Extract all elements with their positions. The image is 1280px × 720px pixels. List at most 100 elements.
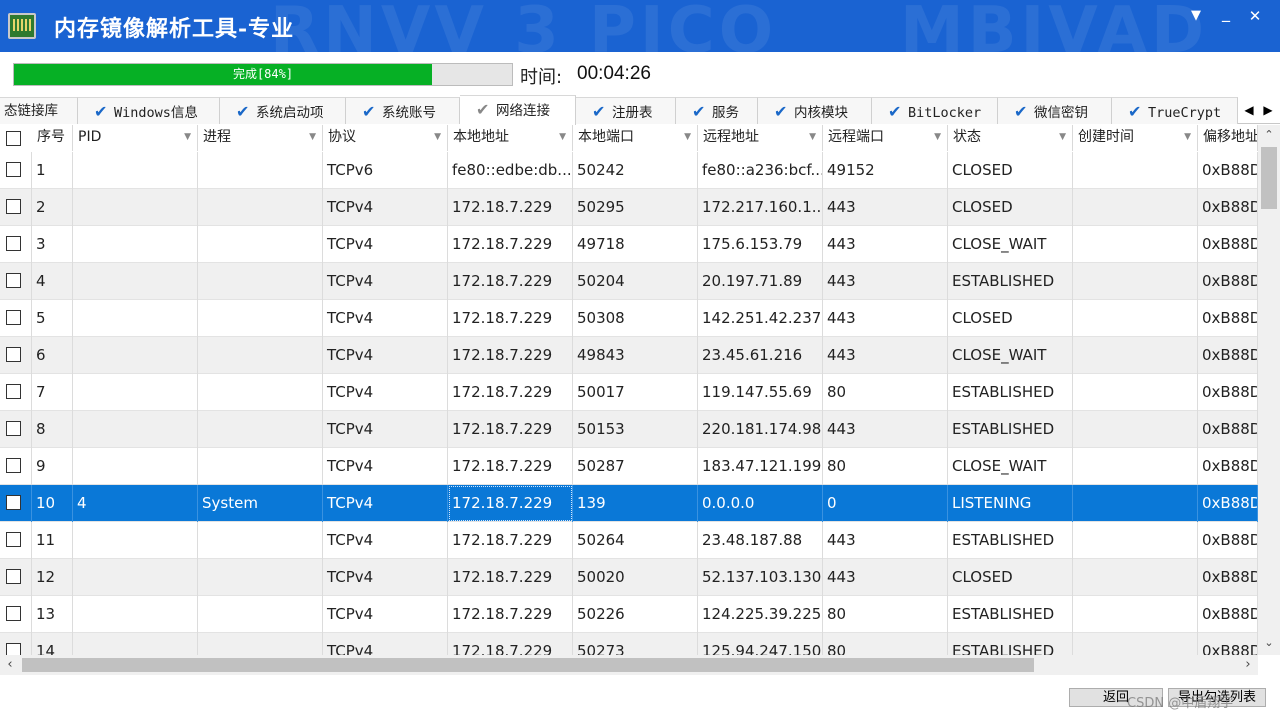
cell-protocol[interactable]: TCPv4 [323,522,448,559]
cell-create-time[interactable] [1073,411,1198,448]
cell-create-time[interactable] [1073,189,1198,226]
cell-local-address[interactable]: 172.18.7.229 [448,337,573,374]
scroll-right-icon[interactable]: › [1238,655,1258,675]
row-checkbox[interactable] [6,569,21,584]
cell-process[interactable] [198,522,323,559]
vertical-scrollbar[interactable]: ⌃ ⌄ [1258,125,1280,655]
cell-process[interactable] [198,559,323,596]
cell-local-port[interactable]: 50020 [573,559,698,596]
cell-local-address[interactable]: 172.18.7.229 [448,485,573,522]
scroll-down-icon[interactable]: ⌄ [1258,633,1280,653]
cell-local-port[interactable]: 50264 [573,522,698,559]
cell-create-time[interactable] [1073,226,1198,263]
cell-create-time[interactable] [1073,596,1198,633]
cell-protocol[interactable]: TCPv4 [323,559,448,596]
cell-remote-address[interactable]: 124.225.39.225 [698,596,823,633]
column-header-state[interactable]: 状态 ▼ [948,125,1073,151]
column-header-remote-port[interactable]: 远程端口 ▼ [823,125,948,151]
row-checkbox[interactable] [6,162,21,177]
table-row[interactable]: 14 TCPv4 172.18.7.229 50273 125.94.247.150 80… [0,633,1258,655]
cell-offset[interactable]: 0xB88D [1198,522,1258,559]
cell-pid[interactable] [73,263,198,300]
cell-remote-port[interactable]: 443 [823,189,948,226]
table-row[interactable]: 3 TCPv4 172.18.7.229 49718 175.6.153.79 443 CL… [0,226,1258,263]
row-checkbox[interactable] [6,347,21,362]
cell-local-address[interactable]: 172.18.7.229 [448,411,573,448]
cell-offset[interactable]: 0xB88D [1198,559,1258,596]
tab-truecrypt[interactable]: ✔ TrueCrypt [1112,97,1238,124]
row-checkbox[interactable] [6,532,21,547]
filter-icon[interactable]: ▼ [684,125,691,149]
cell-seq[interactable]: 10 [32,485,73,522]
cell-remote-address[interactable]: 125.94.247.150 [698,633,823,655]
cell-offset[interactable]: 0xB88D [1198,152,1258,189]
cell-pid[interactable] [73,522,198,559]
cell-remote-address[interactable]: 23.45.61.216 [698,337,823,374]
cell-seq[interactable]: 5 [32,300,73,337]
cell-offset[interactable]: 0xB88D [1198,189,1258,226]
row-checkbox[interactable] [6,384,21,399]
tab-network[interactable]: ✔ 网络连接 [460,95,576,125]
cell-process[interactable] [198,374,323,411]
cell-remote-port[interactable]: 0 [823,485,948,522]
tab-startup[interactable]: ✔ 系统启动项 [220,97,346,124]
select-all-checkbox[interactable] [6,131,21,146]
tab-scroll-left-icon[interactable]: ◀ [1240,99,1258,121]
cell-protocol[interactable]: TCPv4 [323,263,448,300]
cell-local-address[interactable]: 172.18.7.229 [448,633,573,655]
tab-accounts[interactable]: ✔ 系统账号 [346,97,460,124]
cell-offset[interactable]: 0xB88D [1198,374,1258,411]
table-row[interactable]: 1 TCPv6 fe80::edbe:db... 50242 fe80::a236:bc… [0,152,1258,189]
cell-remote-port[interactable]: 80 [823,448,948,485]
cell-local-port[interactable]: 50153 [573,411,698,448]
row-checkbox[interactable] [6,310,21,325]
cell-pid[interactable] [73,300,198,337]
cell-protocol[interactable]: TCPv4 [323,374,448,411]
cell-create-time[interactable] [1073,300,1198,337]
cell-remote-port[interactable]: 443 [823,337,948,374]
cell-remote-address[interactable]: 175.6.153.79 [698,226,823,263]
cell-state[interactable]: CLOSED [948,152,1073,189]
cell-local-port[interactable]: 50295 [573,189,698,226]
filter-icon[interactable]: ▼ [559,125,566,149]
cell-process[interactable] [198,300,323,337]
cell-create-time[interactable] [1073,263,1198,300]
cell-local-address[interactable]: fe80::edbe:db... [448,152,573,189]
cell-seq[interactable]: 13 [32,596,73,633]
cell-local-port[interactable]: 50017 [573,374,698,411]
cell-local-address[interactable]: 172.18.7.229 [448,522,573,559]
cell-pid[interactable] [73,189,198,226]
filter-icon[interactable]: ▼ [1184,125,1191,149]
table-row[interactable]: 12 TCPv4 172.18.7.229 50020 52.137.103.130 44… [0,559,1258,596]
cell-remote-port[interactable]: 49152 [823,152,948,189]
row-checkbox[interactable] [6,236,21,251]
cell-pid[interactable] [73,448,198,485]
cell-local-address[interactable]: 172.18.7.229 [448,226,573,263]
cell-remote-port[interactable]: 443 [823,522,948,559]
table-row[interactable]: 9 TCPv4 172.18.7.229 50287 183.47.121.199 80 C… [0,448,1258,485]
column-header-local-address[interactable]: 本地地址 ▼ [448,125,573,151]
column-header-pid[interactable]: PID ▼ [73,125,198,151]
cell-create-time[interactable] [1073,559,1198,596]
cell-offset[interactable]: 0xB88D [1198,226,1258,263]
filter-icon[interactable]: ▼ [434,125,441,149]
column-header-local-port[interactable]: 本地端口 ▼ [573,125,698,151]
cell-pid[interactable] [73,337,198,374]
cell-pid[interactable] [73,559,198,596]
column-header-offset[interactable]: 偏移地址 [1198,125,1258,151]
filter-icon[interactable]: ▼ [309,125,316,149]
cell-remote-address[interactable]: 119.147.55.69 [698,374,823,411]
cell-state[interactable]: CLOSED [948,300,1073,337]
cell-offset[interactable]: 0xB88D [1198,300,1258,337]
cell-local-port[interactable]: 49843 [573,337,698,374]
cell-local-address[interactable]: 172.18.7.229 [448,300,573,337]
cell-local-address[interactable]: 172.18.7.229 [448,448,573,485]
cell-offset[interactable]: 0xB88D [1198,633,1258,655]
tab-scroll-right-icon[interactable]: ▶ [1259,99,1277,121]
column-header-process[interactable]: 进程 ▼ [198,125,323,151]
cell-state[interactable]: CLOSE_WAIT [948,448,1073,485]
cell-process[interactable] [198,337,323,374]
cell-process[interactable] [198,411,323,448]
cell-local-address[interactable]: 172.18.7.229 [448,596,573,633]
cell-create-time[interactable] [1073,448,1198,485]
